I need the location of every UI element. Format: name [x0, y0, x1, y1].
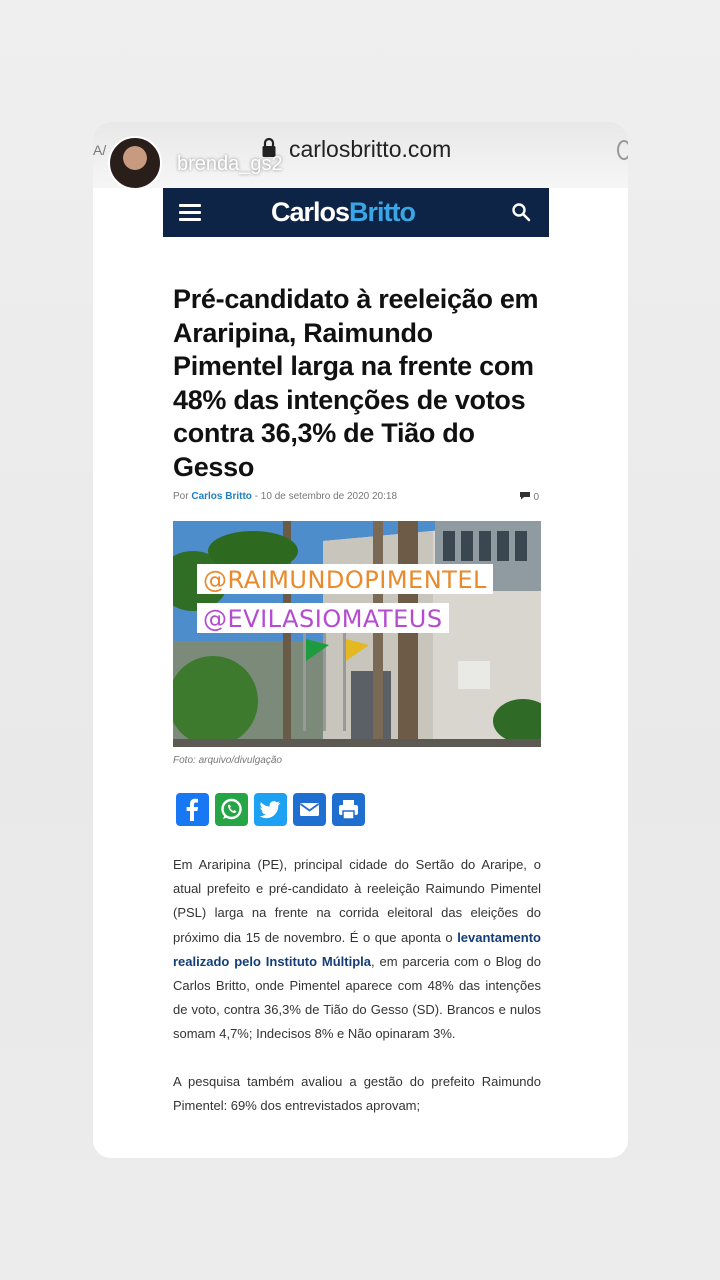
whatsapp-share-button[interactable]: [215, 793, 248, 826]
print-share-button[interactable]: [332, 793, 365, 826]
avatar[interactable]: [108, 136, 162, 190]
browser-top-bar: A/ carlosbritto.com brenda_gs2: [93, 122, 628, 190]
email-share-button[interactable]: [293, 793, 326, 826]
article-headline: Pré-candidato à reeleição em Araripina, …: [173, 284, 539, 482]
story-frame: A/ carlosbritto.com brenda_gs2 CarlosBri…: [93, 122, 628, 1158]
comment-icon: [519, 492, 530, 500]
paragraph-2: A pesquisa também avaliou a gestão do pr…: [173, 1073, 541, 1113]
article-photo: [173, 521, 541, 747]
url-text[interactable]: carlosbritto.com: [289, 136, 451, 163]
comments-number: 0: [533, 492, 539, 503]
email-icon: [299, 803, 320, 816]
byline-prefix: Por: [173, 491, 189, 502]
publish-date: 10 de setembro de 2020 20:18: [260, 491, 398, 502]
site-header: CarlosBritto: [163, 188, 549, 237]
mention-tag-evilasio[interactable]: @EVILASIOMATEUS: [197, 603, 449, 633]
logo-part1: Carlos: [271, 197, 350, 227]
building-photo-illustration: [173, 521, 541, 747]
print-icon: [339, 800, 358, 820]
facebook-share-button[interactable]: [176, 793, 209, 826]
story-username[interactable]: brenda_gs2: [177, 153, 283, 176]
twitter-icon: [259, 801, 281, 819]
author-link[interactable]: Carlos Britto: [191, 491, 252, 502]
article-body: Em Araripina (PE), principal cidade do S…: [173, 853, 541, 1141]
search-icon[interactable]: [511, 202, 531, 222]
site-logo[interactable]: CarlosBritto: [271, 197, 416, 228]
logo-part2: Britto: [349, 197, 416, 227]
facebook-icon: [186, 798, 199, 821]
paragraph-1: Em Araripina (PE), principal cidade do S…: [173, 853, 541, 1047]
whatsapp-icon: [221, 798, 242, 820]
photo-credit: Foto: arquivo/divulgação: [173, 755, 282, 766]
menu-icon[interactable]: [179, 204, 201, 221]
edge-glyph-icon: A/: [93, 142, 107, 158]
reload-icon[interactable]: [617, 140, 628, 160]
twitter-share-button[interactable]: [254, 793, 287, 826]
byline: Por Carlos Britto - 10 de setembro de 20…: [173, 491, 543, 503]
comments-count[interactable]: 0: [519, 491, 539, 503]
mention-tag-raimundo[interactable]: @RAIMUNDOPIMENTEL: [197, 564, 493, 594]
